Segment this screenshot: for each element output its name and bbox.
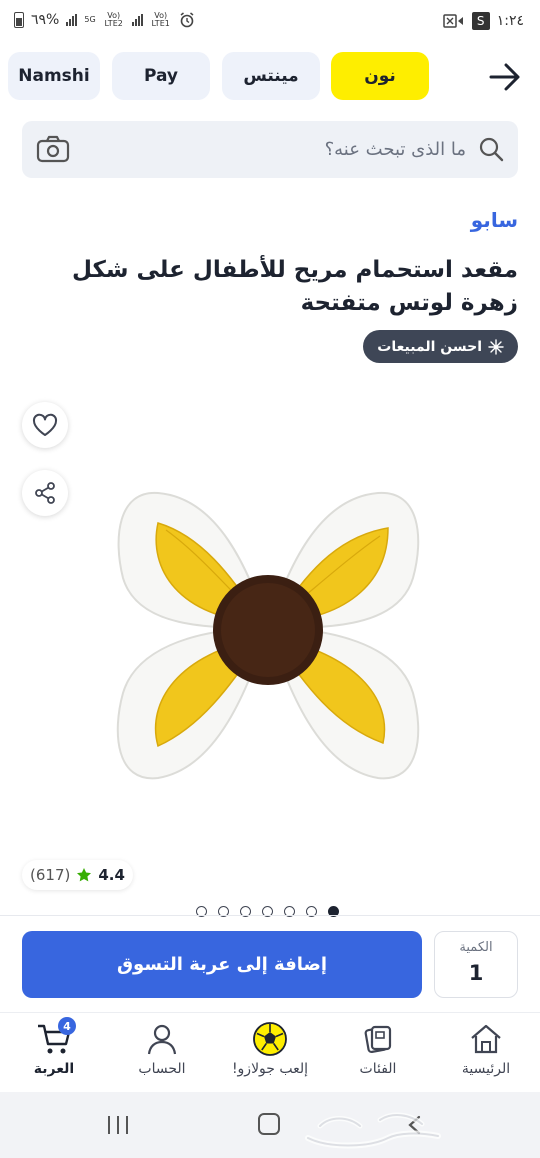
network-5g: 5G [84, 15, 96, 24]
product-image[interactable] [98, 478, 438, 796]
nfc-icon [442, 14, 463, 28]
store-tabs: Namshi Pay مينتس نون [8, 52, 532, 100]
cart-icon-wrap: 4 [36, 1017, 76, 1057]
system-navigation-bar [0, 1092, 540, 1158]
sparkle-icon [488, 338, 504, 355]
status-left: ٦٩% 5G Vo) LTE2 Vo) LTE1 [14, 12, 195, 28]
product-title: مقعد استحمام مريح للأطفال على شكل زهرة ل… [71, 257, 518, 316]
status-bar: ٦٩% 5G Vo) LTE2 Vo) LTE1 S ١:٢٤ [0, 0, 540, 44]
add-to-cart-button[interactable]: إضافة إلى عربة التسوق [22, 931, 422, 998]
lotus-seat-illustration [116, 491, 420, 780]
tab-mints[interactable]: مينتس [222, 52, 320, 100]
cart-count-badge: 4 [58, 1017, 76, 1035]
status-right: S ١:٢٤ [442, 12, 524, 30]
account-icon [147, 1024, 177, 1055]
rating-score: 4.4 [98, 866, 125, 884]
battery-icon [14, 12, 24, 28]
watermark-logo [305, 1112, 441, 1149]
football-icon [253, 1022, 287, 1056]
battery-level: ٦٩% [31, 12, 60, 28]
rating-summary[interactable]: (617) 4.4 [22, 860, 133, 890]
bestseller-label: احسن المبيعات [377, 338, 482, 355]
camera-icon[interactable] [36, 135, 70, 163]
recents-icon[interactable] [106, 1114, 130, 1136]
divider [0, 915, 540, 916]
brand-link[interactable]: سابو [471, 208, 518, 232]
nav-golazo[interactable]: إلعب جولازو! [220, 1021, 320, 1077]
sim1-indicator: Vo) LTE1 [151, 11, 170, 28]
app-s-icon: S [471, 12, 490, 30]
quantity-label: الكمية [459, 940, 493, 955]
nav-account[interactable]: الحساب [112, 1021, 212, 1077]
quantity-value: 1 [468, 961, 484, 985]
star-icon [77, 868, 92, 882]
search-bar [22, 121, 518, 178]
bestseller-badge: احسن المبيعات [363, 330, 518, 363]
share-icon [35, 482, 55, 504]
nav-account-label: الحساب [138, 1061, 186, 1077]
nav-categories[interactable]: الفئات [328, 1021, 428, 1077]
search-input[interactable] [86, 131, 466, 167]
signal-bars-icon [66, 14, 78, 26]
bottom-navigation: الرئيسية الفئات إلعب جولازو! الحساب 4 ال… [0, 1012, 540, 1090]
rating-count: (617) [30, 866, 71, 884]
quantity-selector[interactable]: الكمية 1 [434, 931, 518, 998]
nav-home[interactable]: الرئيسية [436, 1021, 536, 1077]
share-button[interactable] [22, 470, 68, 516]
home-system-icon[interactable] [258, 1113, 280, 1135]
categories-icon [364, 1025, 392, 1054]
wishlist-button[interactable] [22, 402, 68, 448]
search-icon [479, 137, 504, 162]
clock: ١:٢٤ [496, 13, 524, 29]
home-icon [471, 1024, 501, 1054]
tab-namshi[interactable]: Namshi [8, 52, 100, 100]
nav-home-label: الرئيسية [461, 1061, 511, 1077]
sim2-indicator: Vo) LTE2 [104, 11, 123, 28]
forward-arrow-icon[interactable] [488, 62, 522, 92]
tab-noon[interactable]: نون [331, 52, 429, 100]
nav-cart[interactable]: 4 العربة [4, 1017, 104, 1077]
alarm-icon [180, 12, 194, 28]
nav-golazo-label: إلعب جولازو! [231, 1061, 309, 1077]
signal-bars-icon [131, 14, 143, 26]
heart-icon [32, 413, 58, 436]
nav-cart-label: العربة [33, 1061, 75, 1077]
nav-categories-label: الفئات [359, 1061, 397, 1077]
tab-pay[interactable]: Pay [112, 52, 210, 100]
